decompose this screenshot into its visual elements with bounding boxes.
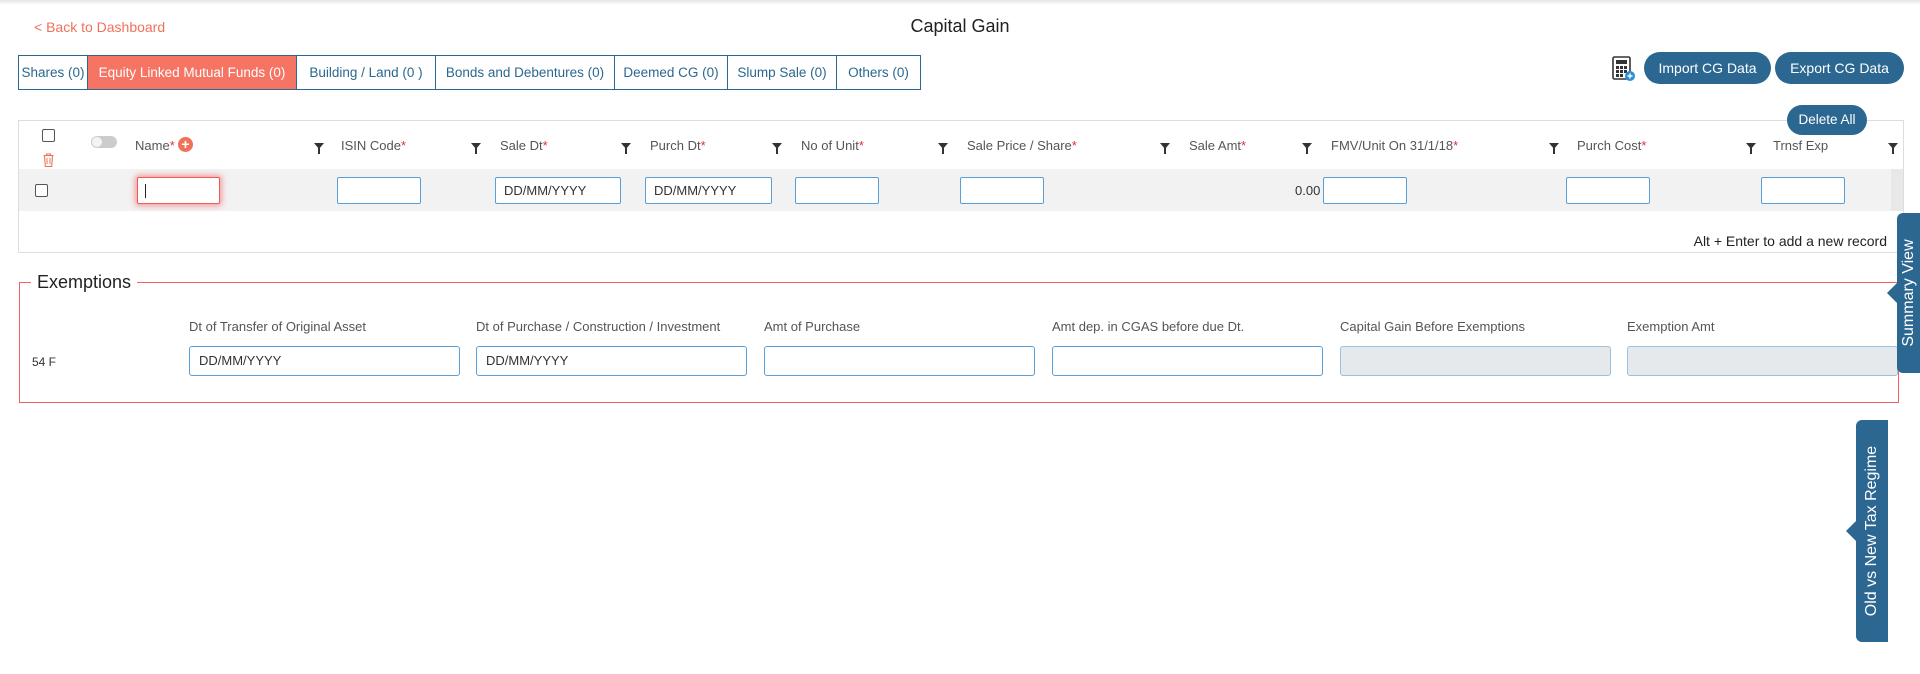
filter-icon[interactable]: [621, 143, 631, 154]
exemption-amt-field: [1627, 346, 1898, 376]
label-exemption-amt: Exemption Amt: [1627, 319, 1715, 334]
column-header-sale-dt: Sale Dt*: [500, 138, 548, 153]
add-name-plus-icon[interactable]: +: [178, 137, 193, 152]
label-capital-gain-before-exemptions: Capital Gain Before Exemptions: [1340, 319, 1525, 334]
amt-dep-cgas-input[interactable]: [1052, 346, 1323, 376]
filter-icon[interactable]: [938, 143, 948, 154]
column-header-purch-cost: Purch Cost*: [1577, 138, 1647, 153]
capital-gain-before-exemptions-field: [1340, 346, 1611, 376]
no-of-unit-input[interactable]: [795, 177, 879, 204]
category-tabs: Shares (0) Equity Linked Mutual Funds (0…: [18, 55, 921, 90]
add-record-hint: Alt + Enter to add a new record: [1693, 233, 1887, 249]
trnsf-exp-input[interactable]: [1761, 177, 1845, 204]
label-dt-of-purchase: Dt of Purchase / Construction / Investme…: [476, 319, 721, 334]
row-toggle-switch[interactable]: [91, 136, 117, 148]
name-input[interactable]: [137, 177, 220, 204]
summary-view-tab[interactable]: Summary View: [1887, 213, 1920, 373]
exemptions-section: Exemptions Dt of Transfer of Original As…: [19, 272, 1899, 403]
grid-header: Name* + ISIN Code* Sale Dt* Purch Dt* No…: [19, 121, 1903, 169]
filter-icon[interactable]: [471, 143, 481, 154]
filter-icon[interactable]: [1302, 143, 1312, 154]
capital-gain-grid: Name* + ISIN Code* Sale Dt* Purch Dt* No…: [18, 120, 1904, 253]
calculator-icon[interactable]: [1612, 56, 1636, 82]
column-header-name: Name*: [135, 138, 175, 153]
purch-cost-input[interactable]: [1566, 177, 1650, 204]
import-cg-data-button[interactable]: Import CG Data: [1644, 52, 1771, 84]
purch-dt-input[interactable]: DD/MM/YYYY: [645, 177, 772, 204]
delete-all-button[interactable]: Delete All: [1787, 105, 1867, 135]
sale-price-input[interactable]: [960, 177, 1044, 204]
old-vs-new-tax-regime-label: Old vs New Tax Regime: [1863, 445, 1880, 617]
tab-deemed-cg[interactable]: Deemed CG (0): [615, 56, 728, 89]
filter-icon[interactable]: [1549, 143, 1559, 154]
label-amt-of-purchase: Amt of Purchase: [764, 319, 861, 334]
column-header-isin-code: ISIN Code*: [341, 138, 407, 153]
dt-of-purchase-input[interactable]: DD/MM/YYYY: [476, 346, 747, 376]
sale-amt-value: 0.00: [1295, 183, 1321, 198]
filter-icon[interactable]: [1746, 143, 1756, 154]
dt-of-transfer-input[interactable]: DD/MM/YYYY: [189, 346, 460, 376]
grid-scrollbar[interactable]: [1891, 169, 1903, 211]
old-vs-new-tax-regime-tab[interactable]: Old vs New Tax Regime: [1846, 420, 1888, 642]
table-row: DD/MM/YYYY DD/MM/YYYY 0.00: [19, 169, 1893, 211]
top-shadow: [0, 0, 1920, 5]
sale-dt-input[interactable]: DD/MM/YYYY: [495, 177, 621, 204]
filter-icon[interactable]: [1888, 143, 1898, 154]
arrow-left-icon: [1887, 283, 1897, 303]
tab-building-land[interactable]: Building / Land (0 ): [297, 56, 436, 89]
section-54f-label: 54 F: [32, 355, 57, 369]
arrow-left-icon: [1846, 521, 1856, 541]
export-cg-data-button[interactable]: Export CG Data: [1775, 52, 1904, 84]
column-header-sale-amt: Sale Amt*: [1189, 138, 1247, 153]
filter-icon[interactable]: [314, 143, 324, 154]
tab-others[interactable]: Others (0): [837, 56, 920, 89]
select-all-checkbox[interactable]: [42, 129, 55, 142]
summary-view-label: Summary View: [1899, 239, 1917, 347]
amt-of-purchase-input[interactable]: [764, 346, 1035, 376]
column-header-purch-dt: Purch Dt*: [650, 138, 706, 153]
isin-code-input[interactable]: [337, 177, 421, 204]
tab-bonds-and-debentures[interactable]: Bonds and Debentures (0): [436, 56, 615, 89]
column-header-sale-price-per-share: Sale Price / Share*: [967, 138, 1077, 153]
label-dt-of-transfer: Dt of Transfer of Original Asset: [189, 319, 367, 334]
exemptions-title: Exemptions: [31, 272, 138, 293]
tab-slump-sale[interactable]: Slump Sale (0): [728, 56, 837, 89]
trash-icon[interactable]: [43, 153, 54, 167]
page-title: Capital Gain: [910, 16, 1010, 36]
column-header-no-of-unit: No of Unit*: [801, 138, 864, 153]
row-checkbox[interactable]: [35, 184, 48, 197]
column-header-fmv-unit: FMV/Unit On 31/1/18*: [1331, 138, 1459, 153]
tab-equity-linked-mutual-funds[interactable]: Equity Linked Mutual Funds (0): [88, 56, 297, 89]
label-amt-dep-cgas: Amt dep. in CGAS before due Dt.: [1052, 319, 1245, 334]
column-header-trnsf-exp: Trnsf Exp: [1773, 138, 1829, 153]
tab-shares[interactable]: Shares (0): [19, 56, 88, 89]
fmv-input[interactable]: [1323, 177, 1407, 204]
filter-icon[interactable]: [772, 143, 782, 154]
filter-icon[interactable]: [1160, 143, 1170, 154]
